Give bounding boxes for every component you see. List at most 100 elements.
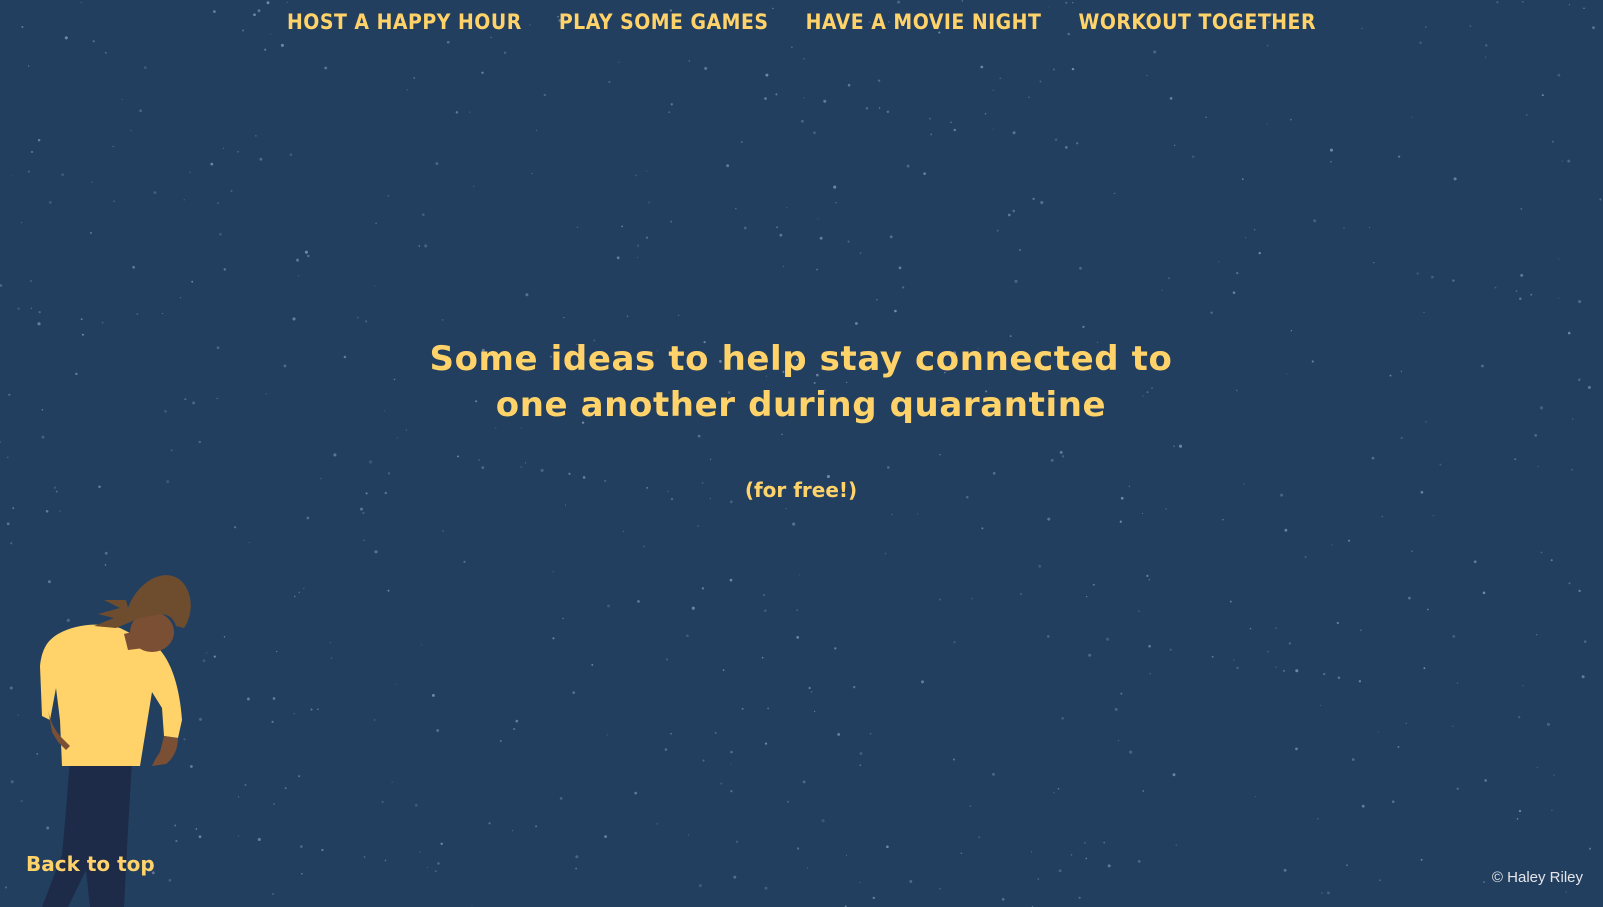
speckle-dot [191,280,194,283]
speckle-dot [1583,640,1587,643]
speckle-dot [921,680,924,684]
speckle-dot [488,822,491,825]
speckle-dot [767,707,769,710]
speckle-dot [1347,539,1351,542]
speckle-dot [859,764,862,766]
speckle-dot [702,759,705,762]
speckle-dot [80,1,82,4]
speckle-dot [48,200,52,204]
speckle-dot [1588,847,1592,850]
speckle-dot [1473,560,1477,564]
speckle-dot [1416,272,1419,275]
speckle-dot [113,200,115,202]
speckle-dot [1577,378,1581,382]
speckle-dot [283,364,287,368]
speckle-dot [80,318,83,320]
speckle-dot [1146,574,1149,578]
speckle-dot [1321,892,1323,894]
speckle-dot [1129,750,1133,754]
speckle-dot [698,884,702,888]
speckle-dot [319,477,322,480]
nav-link-host-happy-hour[interactable]: HOST A HAPPY HOUR [287,10,522,34]
speckle-dot [562,617,564,620]
nav-link-play-games[interactable]: PLAY SOME GAMES [559,10,769,34]
speckle-dot [1571,468,1573,471]
speckle-dot [1558,258,1560,260]
speckle-dot [1076,142,1079,145]
speckle-dot [852,685,856,689]
speckle-dot [1400,436,1403,440]
speckle-dot [28,65,30,67]
back-to-top-link[interactable]: Back to top [26,852,155,876]
speckle-dot [81,333,84,336]
nav-link-workout-together[interactable]: WORKOUT TOGETHER [1078,10,1316,34]
nav-link-movie-night[interactable]: HAVE A MOVIE NIGHT [806,10,1042,34]
speckle-dot [670,103,673,106]
speckle-dot [775,93,778,96]
speckle-dot [37,138,41,142]
speckle-dot [1567,331,1571,335]
speckle-dot [1485,44,1488,47]
speckle-dot [136,313,138,315]
speckle-dot [219,233,222,236]
speckle-dot [1578,589,1581,593]
hero-subheadline: (for free!) [744,478,858,502]
speckle-dot [1537,466,1539,468]
speckle-dot [618,61,620,63]
speckle-dot [939,598,942,601]
speckle-dot [310,708,313,711]
speckle-dot [384,859,387,862]
speckle-dot [304,250,308,254]
speckle-dot [303,587,305,590]
speckle-dot [1290,330,1292,332]
speckle-dot [17,714,19,716]
speckle-dot [1551,140,1554,143]
speckle-dot [697,525,699,527]
speckle-dot [1275,666,1277,668]
speckle-dot [1432,515,1434,517]
speckle-dot [53,486,57,489]
speckle-dot [1336,621,1339,625]
speckle-dot [289,153,293,157]
speckle-dot [1114,707,1118,711]
speckle-dot [426,866,429,869]
speckle-dot [1520,273,1524,277]
speckle-dot [153,191,157,194]
speckle-dot [1071,67,1075,71]
speckle-dot [779,233,783,237]
speckle-dot [531,172,533,175]
speckle-dot [886,110,890,113]
speckle-dot [1148,644,1151,648]
speckle-dot [634,174,637,177]
speckle-dot [877,79,881,82]
speckle-dot [606,734,608,736]
speckle-dot [608,80,611,84]
speckle-dot [202,659,206,663]
speckle-dot [360,507,363,511]
speckle-dot [1040,201,1044,205]
speckle-dot [645,170,648,172]
speckle-dot [1452,279,1455,282]
speckle-texture [0,0,1602,907]
speckle-dot [781,433,783,436]
speckle-dot [1174,144,1176,146]
speckle-dot [648,201,651,204]
speckle-dot [764,609,767,612]
speckle-dot [813,131,816,135]
speckle-dot [393,378,396,381]
speckle-dot [91,181,93,183]
speckle-dot [1064,145,1068,149]
speckle-dot [1106,637,1110,641]
speckle-dot [64,36,68,40]
speckle-dot [714,731,717,734]
speckle-dot [1007,213,1011,217]
speckle-dot [419,851,421,853]
speckle-dot [38,310,41,314]
speckle-dot [104,51,107,54]
speckle-dot [869,732,872,735]
speckle-dot [1175,844,1177,846]
speckle-dot [992,128,994,130]
speckle-dot [1053,791,1055,794]
speckle-dot [406,89,408,91]
speckle-dot [170,449,173,452]
